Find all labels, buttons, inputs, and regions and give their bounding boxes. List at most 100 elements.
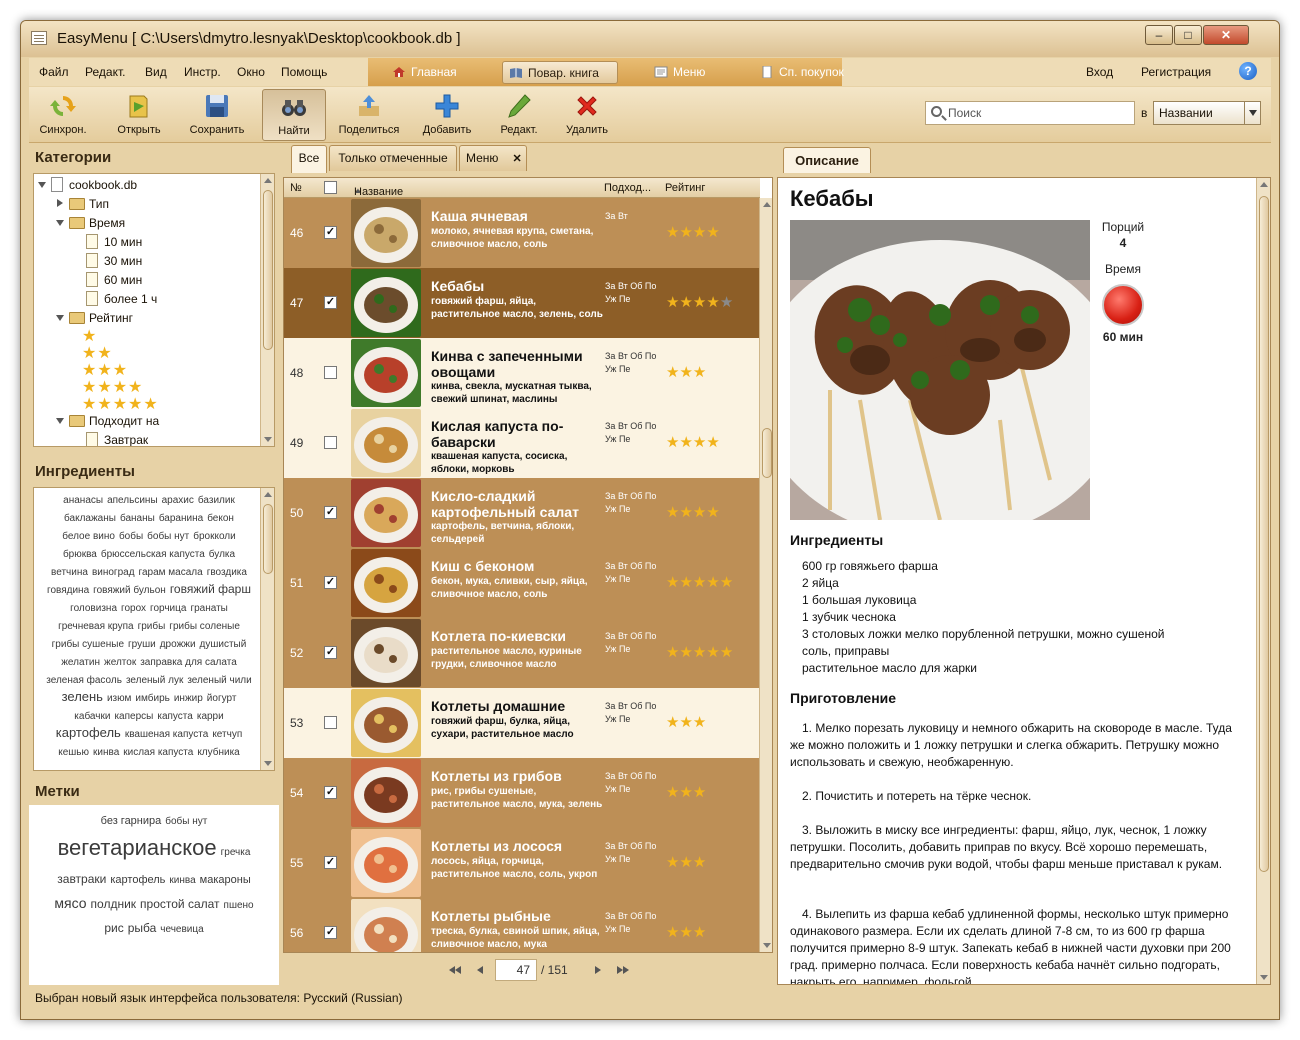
description-scrollbar[interactable] xyxy=(1256,178,1270,984)
recipe-checkbox[interactable]: ✓ xyxy=(324,646,337,659)
tab-menu-list[interactable]: Меню ✕ xyxy=(459,145,527,171)
first-page-icon-2[interactable] xyxy=(455,966,461,974)
tab-home[interactable]: Главная xyxy=(386,61,486,84)
tag-item[interactable]: полдник xyxy=(91,893,137,915)
prev-page-icon[interactable] xyxy=(477,966,483,974)
minimize-button[interactable]: – xyxy=(1145,25,1173,45)
recipe-rating[interactable]: ★★★★★ xyxy=(666,644,733,662)
ingredient-tag[interactable]: зелень xyxy=(62,688,103,706)
column-suits[interactable]: Подход... xyxy=(604,182,651,194)
scroll-up-icon[interactable] xyxy=(264,492,272,497)
tree-node-suits[interactable]: Подходит на xyxy=(56,412,159,430)
recipe-row[interactable]: 54 ✓ Котлеты из грибов рис, грибы сушеные, … xyxy=(284,758,760,828)
recipe-checkbox[interactable]: ✓ xyxy=(324,786,337,799)
recipe-checkbox[interactable]: ✓ xyxy=(324,296,337,309)
recipe-title[interactable]: Кисло-сладкий картофельный салат xyxy=(431,488,601,520)
select-all-checkbox[interactable] xyxy=(324,181,337,194)
maximize-button[interactable]: □ xyxy=(1174,25,1202,45)
tree-node-over-1h[interactable]: более 1 ч xyxy=(86,290,157,308)
tag-item[interactable]: простой салат xyxy=(140,893,220,915)
tag-item[interactable]: бобы нут xyxy=(165,811,207,833)
scroll-up-icon[interactable] xyxy=(1260,182,1268,187)
expand-icon[interactable] xyxy=(56,418,64,424)
tree-node-root[interactable]: cookbook.db xyxy=(38,176,137,194)
recipe-rating[interactable]: ★★★★★ xyxy=(666,294,733,312)
delete-button[interactable]: Удалить xyxy=(555,89,619,141)
tree-node-rating-4[interactable]: ★★★★ xyxy=(82,379,143,396)
collapse-icon[interactable] xyxy=(57,199,63,207)
scroll-thumb[interactable] xyxy=(263,190,273,350)
tree-node-rating-5[interactable]: ★★★★★ xyxy=(82,396,159,413)
recipe-rating[interactable]: ★★★ xyxy=(666,924,706,942)
tag-item[interactable]: мясо xyxy=(54,892,86,914)
list-scrollbar[interactable] xyxy=(759,198,772,952)
open-button[interactable]: Открыть xyxy=(107,89,171,141)
tree-node-10min[interactable]: 10 мин xyxy=(86,233,142,251)
recipe-rating[interactable]: ★★★★★ xyxy=(666,574,733,592)
recipe-checkbox[interactable] xyxy=(324,716,337,729)
tree-node-rating-2[interactable]: ★★ xyxy=(82,345,113,362)
expand-icon[interactable] xyxy=(56,315,64,321)
menu-edit[interactable]: Редакт. xyxy=(85,65,125,79)
scroll-up-icon[interactable] xyxy=(763,202,771,207)
tag-item[interactable]: пшено xyxy=(224,895,254,917)
scroll-up-icon[interactable] xyxy=(264,178,272,183)
tab-all[interactable]: Все xyxy=(291,145,327,173)
register-link[interactable]: Регистрация xyxy=(1141,65,1211,79)
tag-item[interactable]: рыба xyxy=(128,917,157,939)
recipe-row[interactable]: 47 ✓ Кебабы говяжий фарш, яйца, растительно… xyxy=(284,268,760,338)
share-button[interactable]: Поделиться xyxy=(329,89,409,141)
recipe-rating[interactable]: ★★★★ xyxy=(666,224,720,242)
last-page-icon-2[interactable] xyxy=(623,966,629,974)
recipe-rating[interactable]: ★★★ xyxy=(666,854,706,872)
search-input[interactable] xyxy=(948,105,1128,121)
scroll-down-icon[interactable] xyxy=(264,437,272,442)
scroll-thumb[interactable] xyxy=(263,504,273,574)
recipe-row[interactable]: 52 ✓ Котлета по-киевски растительное масло,… xyxy=(284,618,760,688)
menu-file[interactable]: Файл xyxy=(39,65,69,79)
recipe-checkbox[interactable]: ✓ xyxy=(324,226,337,239)
recipe-row[interactable]: 48 Кинва с запеченными овощами кинва, свек… xyxy=(284,338,760,408)
tag-item[interactable]: чечевица xyxy=(160,919,203,941)
recipe-title[interactable]: Кебабы xyxy=(431,278,601,294)
recipe-rating[interactable]: ★★★ xyxy=(666,714,706,732)
recipe-checkbox[interactable] xyxy=(324,366,337,379)
tree-node-60min[interactable]: 60 мин xyxy=(86,271,142,289)
recipe-row[interactable]: 51 ✓ Киш с беконом бекон, мука, сливки, сыр… xyxy=(284,548,760,618)
ingredient-tag[interactable]: кешью xyxy=(58,744,89,762)
tag-item[interactable]: завтраки xyxy=(57,868,106,890)
tag-item[interactable]: рис xyxy=(104,917,123,939)
tree-node-time[interactable]: Время xyxy=(56,214,125,232)
help-icon[interactable]: ? xyxy=(1239,62,1257,80)
find-button[interactable]: Найти xyxy=(262,89,326,141)
recipe-checkbox[interactable]: ✓ xyxy=(324,926,337,939)
save-button[interactable]: Сохранить xyxy=(185,89,249,141)
recipe-title[interactable]: Киш с беконом xyxy=(431,558,601,574)
tag-item[interactable]: без гарнира xyxy=(101,810,162,832)
recipe-rating[interactable]: ★★★★ xyxy=(666,504,720,522)
scroll-down-icon[interactable] xyxy=(264,761,272,766)
tag-item[interactable]: гречка xyxy=(221,838,251,868)
ingredient-tag[interactable]: говяжий фарш xyxy=(170,580,251,598)
expand-icon[interactable] xyxy=(56,220,64,226)
scroll-down-icon[interactable] xyxy=(763,943,771,948)
recipe-rating[interactable]: ★★★ xyxy=(666,364,706,382)
tab-cookbook[interactable]: Повар. книга xyxy=(502,61,618,84)
ingredient-tag[interactable]: картофель xyxy=(56,724,121,742)
tag-item[interactable]: вегетарианское xyxy=(58,833,217,863)
recipe-checkbox[interactable] xyxy=(324,436,337,449)
ingredient-tag[interactable]: кинва xyxy=(93,744,119,762)
close-icon[interactable]: ✕ xyxy=(512,153,521,165)
recipe-row[interactable]: 49 Кислая капуста по-баварски квашеная кап… xyxy=(284,408,760,478)
tab-shopping-list[interactable]: Сп. покупок xyxy=(754,61,850,84)
tab-menu[interactable]: Меню xyxy=(648,61,738,84)
tree-node-rating[interactable]: Рейтинг xyxy=(56,309,133,327)
recipe-title[interactable]: Котлеты домашние xyxy=(431,698,601,714)
tag-item[interactable]: макароны xyxy=(200,869,251,891)
menu-tools[interactable]: Инстр. xyxy=(184,65,221,79)
categories-scrollbar[interactable] xyxy=(260,174,274,446)
tree-node-type[interactable]: Тип xyxy=(56,195,109,213)
recipe-row[interactable]: 46 ✓ Каша ячневая молоко, ячневая крупа, см… xyxy=(284,198,760,268)
tree-node-rating-3[interactable]: ★★★ xyxy=(82,362,128,379)
next-page-icon[interactable] xyxy=(595,966,601,974)
